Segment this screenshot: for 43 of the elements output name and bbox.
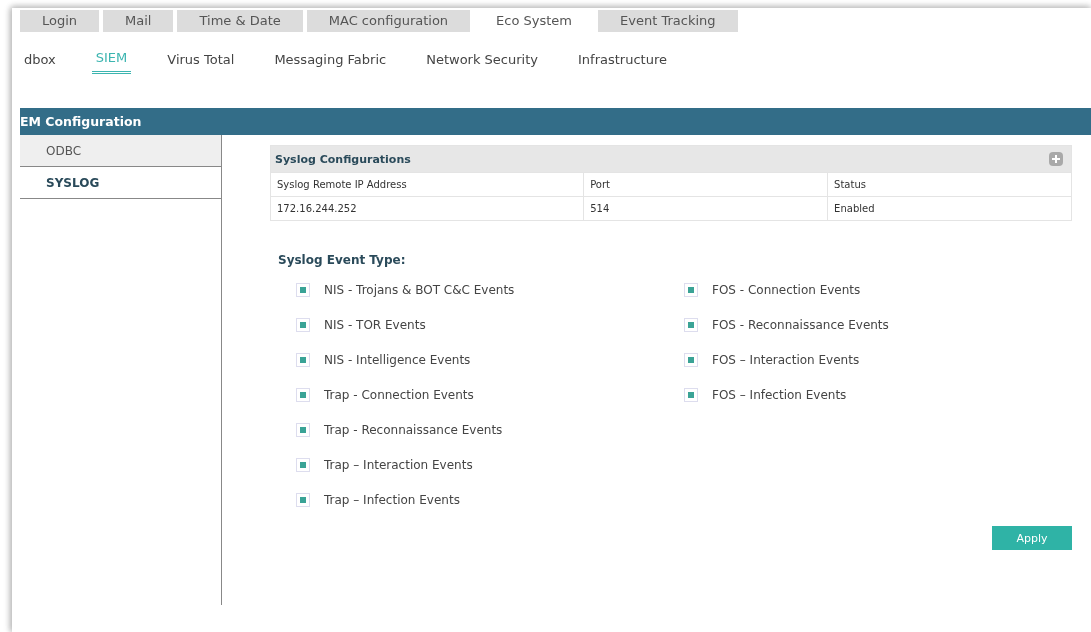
checkbox-label: NIS - Intelligence Events xyxy=(324,352,471,367)
table-cell: 514 xyxy=(583,197,828,220)
table-title: Syslog Configurations xyxy=(275,152,411,166)
checkbox[interactable] xyxy=(296,352,310,367)
tab[interactable]: Infrastructure xyxy=(574,50,671,74)
checkbox[interactable] xyxy=(296,282,310,297)
sidebar-item[interactable]: ODBC xyxy=(20,135,221,167)
add-icon[interactable] xyxy=(1049,152,1063,166)
checkbox-label: Trap - Connection Events xyxy=(324,387,474,402)
column-header: Port xyxy=(583,173,828,196)
tab[interactable]: dbox xyxy=(20,50,60,74)
column-header: Syslog Remote IP Address xyxy=(276,178,408,192)
tab[interactable]: Network Security xyxy=(422,50,542,74)
checkbox-label: Trap - Reconnaissance Events xyxy=(324,422,503,437)
checkbox-label: Trap – Interaction Events xyxy=(324,457,473,472)
checkbox[interactable] xyxy=(296,387,310,402)
checkbox-label: NIS - Trojans & BOT C&C Events xyxy=(324,282,515,297)
checkbox[interactable] xyxy=(684,352,698,367)
tab[interactable]: MAC configuration xyxy=(306,10,471,32)
table-cell: Enabled xyxy=(827,197,1071,220)
checkbox[interactable] xyxy=(296,457,310,472)
tab[interactable]: Virus Total xyxy=(163,50,239,74)
section-heading: Syslog Event Type: xyxy=(278,253,407,267)
checkbox-label: Trap – Infection Events xyxy=(324,492,460,507)
checkbox[interactable] xyxy=(684,317,698,332)
checkbox-label: FOS – Infection Events xyxy=(712,387,847,402)
checkbox-label: FOS - Connection Events xyxy=(712,282,861,297)
checkbox-label: NIS - TOR Events xyxy=(324,317,426,332)
tab[interactable]: Event Tracking xyxy=(598,10,738,32)
checkbox[interactable] xyxy=(684,282,698,297)
checkbox[interactable] xyxy=(296,492,310,507)
tab[interactable]: Messaging Fabric xyxy=(270,50,391,74)
section-title: EM Configuration xyxy=(20,114,142,129)
tab[interactable]: Time & Date xyxy=(177,10,303,32)
table-cell-text: 172.16.244.252 xyxy=(276,202,358,216)
checkbox[interactable] xyxy=(296,422,310,437)
column-header: Status xyxy=(827,173,1071,196)
checkbox-label: FOS – Interaction Events xyxy=(712,352,860,367)
checkbox[interactable] xyxy=(684,387,698,402)
checkbox-label: FOS - Reconnaissance Events xyxy=(712,317,889,332)
tab[interactable]: Login xyxy=(20,10,100,32)
checkbox[interactable] xyxy=(296,317,310,332)
tab[interactable]: Mail xyxy=(103,10,174,32)
